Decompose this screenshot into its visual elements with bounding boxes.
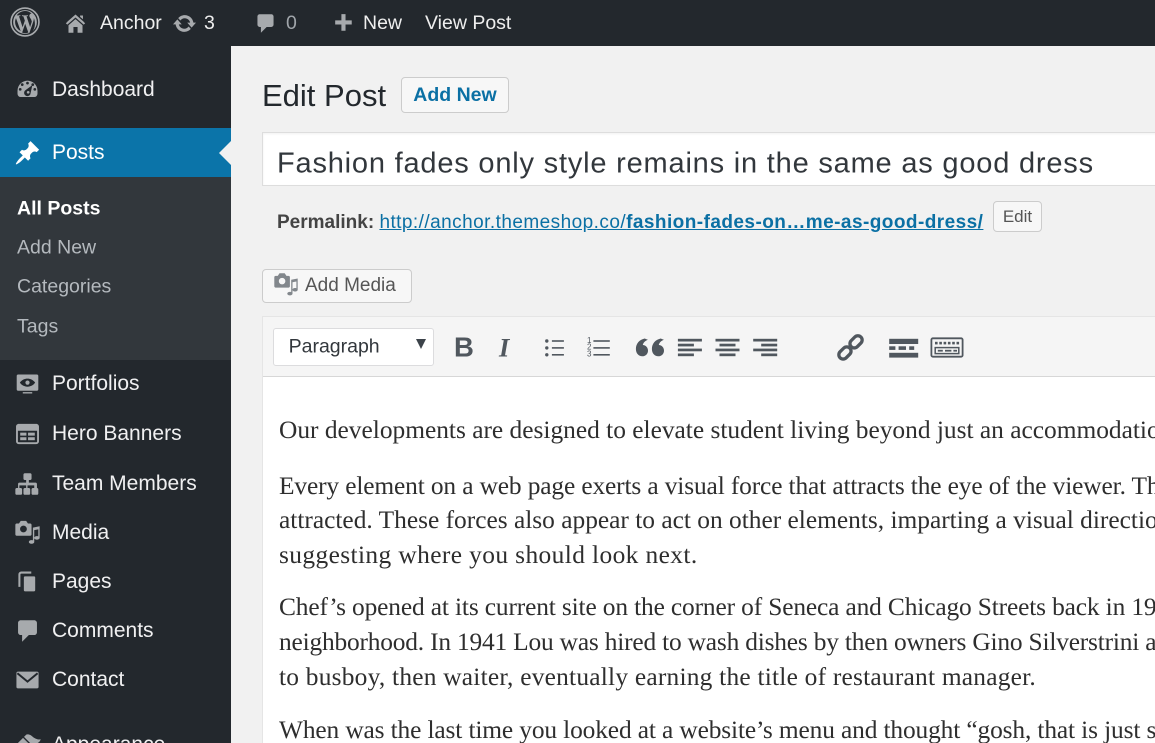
svg-text:3: 3	[587, 350, 592, 359]
svg-text:I: I	[498, 333, 511, 363]
svg-text:B: B	[454, 332, 474, 363]
